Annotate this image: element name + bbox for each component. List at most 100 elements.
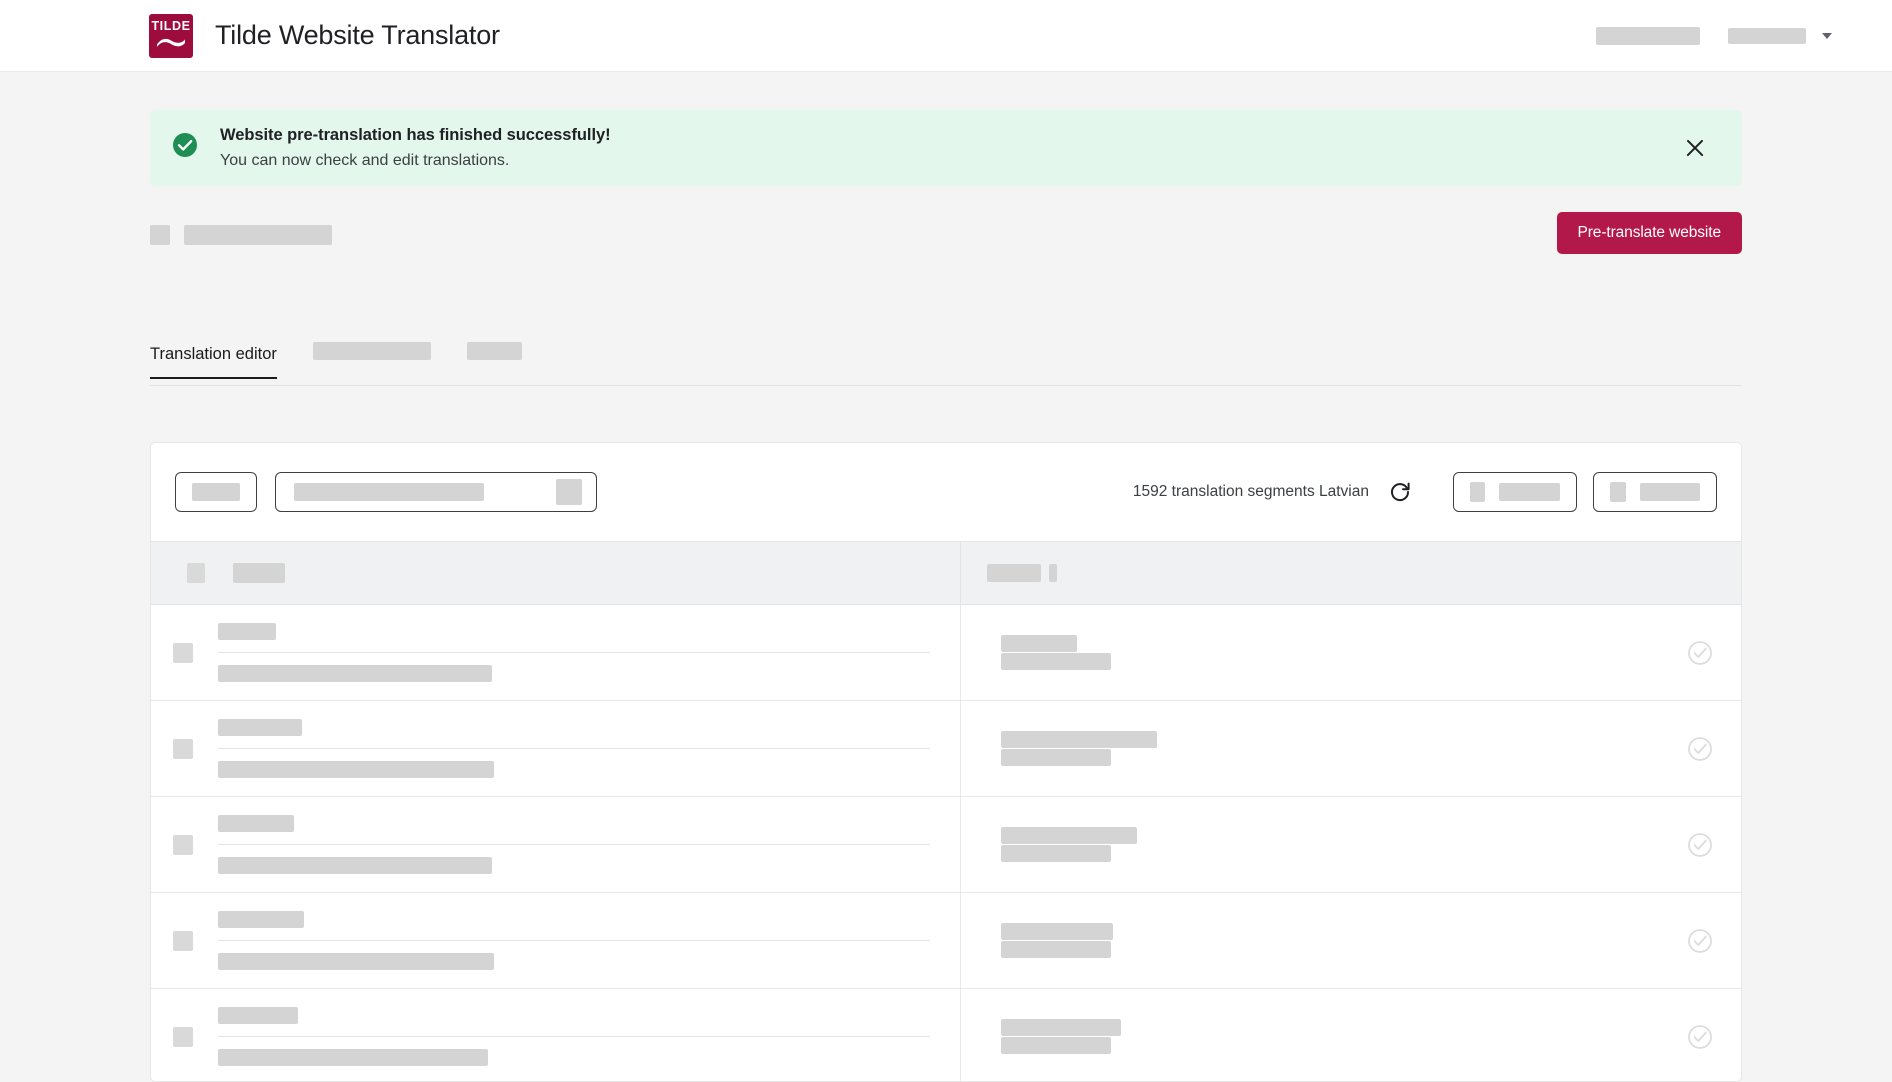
- tilde-wave-icon: [156, 35, 186, 53]
- filter-dropdown[interactable]: [175, 472, 257, 512]
- table-row[interactable]: [151, 893, 1741, 989]
- segment-target-cell[interactable]: [961, 893, 1741, 988]
- segment-count-label: 1592 translation segments Latvian: [1132, 483, 1369, 500]
- source-divider: [218, 844, 930, 845]
- check-circle-icon: [172, 132, 198, 163]
- check-circle-outline-icon: [1688, 736, 1712, 761]
- page-title: Tilde Website Translator: [215, 20, 500, 50]
- target-text-line-bottom: [1001, 748, 1633, 767]
- table-header-source: [151, 542, 961, 604]
- target-column-label: [987, 564, 1041, 582]
- target-text-line-bottom: [1001, 844, 1633, 863]
- segment-source-cell[interactable]: [151, 605, 961, 700]
- source-text-stack: [218, 1007, 930, 1066]
- target-text-stack: [1001, 922, 1633, 959]
- table-row[interactable]: [151, 797, 1741, 893]
- row-checkbox[interactable]: [173, 834, 193, 855]
- source-text-line-bottom: [218, 953, 930, 970]
- table-header: [151, 541, 1741, 605]
- source-text-placeholder-top: [218, 1007, 298, 1024]
- segment-target-cell[interactable]: [961, 701, 1741, 796]
- check-circle-outline-icon: [1688, 832, 1712, 857]
- segment-status[interactable]: [1659, 832, 1741, 858]
- target-text-stack: [1001, 826, 1633, 863]
- source-text-placeholder-top: [218, 719, 302, 736]
- segment-source-cell[interactable]: [151, 893, 961, 988]
- tab-placeholder-2[interactable]: [466, 341, 522, 370]
- target-text-placeholder-top: [1001, 922, 1113, 940]
- segment-source-cell[interactable]: [151, 797, 961, 892]
- source-divider: [218, 748, 930, 749]
- source-text-line-top: [218, 719, 930, 736]
- target-text-placeholder-bottom: [1001, 652, 1111, 670]
- logo-wordmark: TILDE: [151, 19, 191, 34]
- source-text-stack: [218, 815, 930, 874]
- tab-label-placeholder-1: [312, 341, 431, 360]
- tab-translation-editor[interactable]: Translation editor: [150, 345, 277, 379]
- target-text-placeholder-bottom: [1001, 844, 1111, 862]
- target-text-placeholder-top: [1001, 1018, 1121, 1036]
- tab-label-placeholder-2: [466, 341, 522, 360]
- table-body: [151, 605, 1741, 1081]
- row-checkbox[interactable]: [173, 930, 193, 951]
- target-language-label-placeholder: [1640, 483, 1700, 501]
- source-text-placeholder-bottom: [218, 1049, 488, 1066]
- breadcrumb: Pre-translate website: [150, 212, 1742, 254]
- tilde-logo-icon: TILDE: [149, 13, 193, 58]
- source-text-line-top: [218, 623, 930, 640]
- language-menu[interactable]: [1728, 27, 1832, 44]
- refresh-icon[interactable]: [1387, 479, 1413, 505]
- source-divider: [218, 940, 930, 941]
- source-text-placeholder-top: [218, 815, 294, 832]
- source-language-selector[interactable]: [1453, 472, 1577, 512]
- source-text-placeholder-bottom: [218, 665, 492, 682]
- target-text-placeholder-top: [1001, 634, 1077, 652]
- row-checkbox[interactable]: [173, 738, 193, 759]
- target-column-icon: [1049, 564, 1057, 582]
- breadcrumb-label-placeholder[interactable]: [184, 225, 332, 245]
- source-text-stack: [218, 623, 930, 682]
- source-text-line-top: [218, 1007, 930, 1024]
- account-placeholder[interactable]: [1596, 26, 1700, 45]
- table-row[interactable]: [151, 605, 1741, 701]
- check-circle-outline-icon: [1688, 640, 1712, 665]
- source-text-line-bottom: [218, 1049, 930, 1066]
- banner-subtitle: You can now check and edit translations.: [220, 152, 510, 170]
- search-input[interactable]: [275, 472, 597, 512]
- select-all-checkbox[interactable]: [187, 563, 205, 583]
- target-text-placeholder-top: [1001, 826, 1137, 844]
- row-checkbox[interactable]: [173, 1026, 193, 1047]
- segment-target-cell[interactable]: [961, 605, 1741, 700]
- source-text-line-bottom: [218, 761, 930, 778]
- row-checkbox[interactable]: [173, 642, 193, 663]
- target-text-placeholder-bottom: [1001, 748, 1111, 766]
- target-text-stack: [1001, 1018, 1633, 1055]
- search-icon[interactable]: [556, 479, 582, 505]
- tab-placeholder-1[interactable]: [312, 341, 431, 370]
- target-text-line-top: [1001, 826, 1633, 845]
- source-text-placeholder-bottom: [218, 761, 494, 778]
- language-placeholder: [1728, 27, 1806, 44]
- banner-text: Website pre-translation has finished suc…: [220, 124, 611, 172]
- target-text-placeholder-bottom: [1001, 1036, 1111, 1054]
- segment-status[interactable]: [1659, 1024, 1741, 1050]
- segment-target-cell[interactable]: [961, 797, 1741, 892]
- segment-source-cell[interactable]: [151, 701, 961, 796]
- source-text-line-top: [218, 911, 930, 928]
- pre-translate-website-button[interactable]: Pre-translate website: [1556, 212, 1742, 254]
- close-icon[interactable]: [1682, 135, 1708, 161]
- banner-title: Website pre-translation has finished suc…: [220, 125, 611, 144]
- table-row[interactable]: [151, 701, 1741, 797]
- target-text-line-bottom: [1001, 652, 1633, 671]
- segment-status[interactable]: [1659, 640, 1741, 666]
- breadcrumb-icon-placeholder[interactable]: [150, 225, 170, 245]
- segment-status[interactable]: [1659, 928, 1741, 954]
- table-header-target: [961, 542, 1741, 604]
- target-language-selector[interactable]: [1593, 472, 1717, 512]
- brand: TILDE Tilde Website Translator: [149, 13, 500, 58]
- filter-label-placeholder: [192, 483, 240, 501]
- source-text-line-bottom: [218, 665, 930, 682]
- segment-status[interactable]: [1659, 736, 1741, 762]
- target-language-icon-placeholder: [1610, 482, 1627, 502]
- target-text-line-top: [1001, 634, 1633, 653]
